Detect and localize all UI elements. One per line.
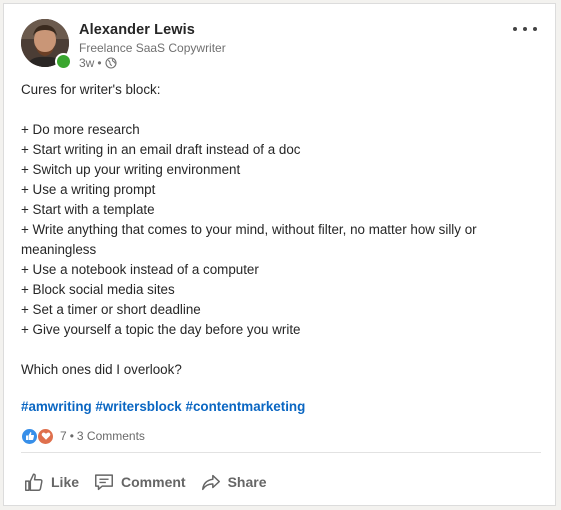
- like-button[interactable]: Like: [18, 465, 84, 499]
- post-actions: Like Comment Share: [18, 462, 276, 502]
- online-status-indicator: [55, 53, 72, 70]
- post-intro: Cures for writer's block:: [21, 82, 161, 97]
- like-reaction-icon[interactable]: [21, 427, 38, 445]
- share-button[interactable]: Share: [195, 465, 272, 499]
- dot-icon: [513, 27, 517, 31]
- dot-icon: [523, 27, 527, 31]
- comments-count-link[interactable]: 3 Comments: [77, 429, 145, 443]
- list-item: + Switch up your writing environment: [21, 162, 241, 177]
- social-counts: 7 • 3 Comments: [21, 427, 145, 445]
- comment-icon: [95, 474, 113, 491]
- list-item: + Use a notebook instead of a computer: [21, 262, 259, 277]
- post-time: 3w: [79, 56, 95, 70]
- author-headline: Freelance SaaS Copywriter: [79, 41, 226, 55]
- hashtag-link[interactable]: #writersblock: [95, 399, 181, 414]
- meta-separator: •: [97, 56, 102, 70]
- list-item: + Use a writing prompt: [21, 182, 156, 197]
- post-card: Alexander Lewis Freelance SaaS Copywrite…: [3, 3, 556, 506]
- post-question: Which ones did I overlook?: [21, 362, 182, 377]
- post-header: Alexander Lewis Freelance SaaS Copywrite…: [21, 19, 545, 71]
- list-item: + Do more research: [21, 122, 140, 137]
- hashtag-link[interactable]: #contentmarketing: [186, 399, 306, 414]
- list-item: + Set a timer or short deadline: [21, 302, 201, 317]
- more-options-button[interactable]: [513, 21, 537, 37]
- comment-label: Comment: [121, 474, 186, 490]
- list-item: + Start writing in an email draft instea…: [21, 142, 301, 157]
- list-item: + Write anything that comes to your mind…: [21, 222, 477, 237]
- list-item: + Start with a template: [21, 202, 155, 217]
- list-item: + Give yourself a topic the day before y…: [21, 322, 301, 337]
- comment-button[interactable]: Comment: [88, 465, 191, 499]
- author-name[interactable]: Alexander Lewis: [79, 22, 195, 38]
- share-label: Share: [227, 474, 267, 490]
- list-item: meaningless: [21, 242, 97, 257]
- social-separator: •: [69, 429, 74, 443]
- reaction-count[interactable]: 7: [60, 429, 67, 443]
- list-item: + Block social media sites: [21, 282, 175, 297]
- thumbs-up-icon: [25, 473, 43, 491]
- post-body: Cures for writer's block: + Do more rese…: [21, 80, 541, 380]
- divider: [21, 452, 541, 453]
- dot-icon: [533, 27, 537, 31]
- hashtag-list: #amwriting #writersblock #contentmarketi…: [21, 399, 305, 414]
- post-meta: 3w •: [79, 56, 117, 70]
- love-reaction-icon[interactable]: [37, 427, 54, 445]
- hashtag-link[interactable]: #amwriting: [21, 399, 92, 414]
- globe-icon: [104, 57, 117, 69]
- like-label: Like: [51, 474, 80, 490]
- share-icon: [201, 474, 220, 491]
